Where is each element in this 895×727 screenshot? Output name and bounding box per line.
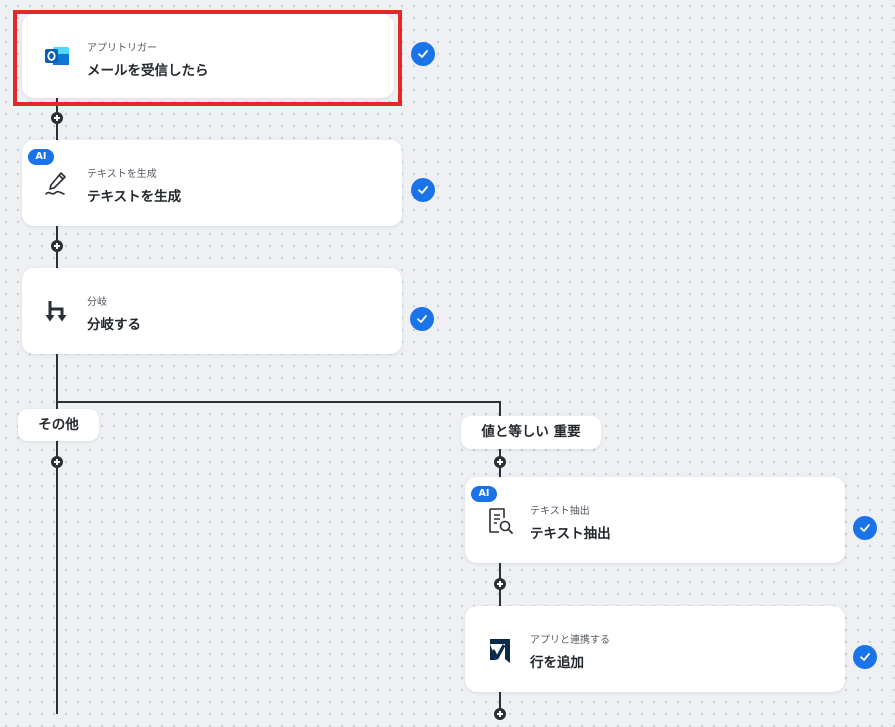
node-title: テキスト抽出 xyxy=(530,526,611,542)
check-icon xyxy=(411,178,435,202)
add-step-button[interactable] xyxy=(494,578,506,590)
add-step-button[interactable] xyxy=(51,112,63,124)
ai-badge: AI xyxy=(471,486,497,502)
node-type-label: テキストを生成 xyxy=(87,169,157,180)
node-title: テキストを生成 xyxy=(87,189,182,205)
node-type-label: テキスト抽出 xyxy=(530,506,590,517)
branch-icon xyxy=(42,297,72,327)
flow-node-branch[interactable]: 分岐 分岐する xyxy=(22,268,402,354)
branch-label-equals-important[interactable]: 値と等しい 重要 xyxy=(461,416,601,449)
add-step-button[interactable] xyxy=(51,456,63,468)
check-icon xyxy=(853,645,877,669)
node-title: 行を追加 xyxy=(530,655,584,671)
document-search-icon xyxy=(485,506,515,536)
add-step-button[interactable] xyxy=(494,456,506,468)
connector-line xyxy=(56,354,58,714)
connector-line xyxy=(56,401,501,403)
flow-node-generate-text[interactable]: AI テキストを生成 テキストを生成 xyxy=(22,140,402,226)
flow-node-mail-trigger[interactable]: アプリトリガー メールを受信したら xyxy=(22,14,394,98)
node-title: メールを受信したら xyxy=(87,63,209,79)
connector-line xyxy=(499,690,501,710)
ai-badge: AI xyxy=(28,149,54,165)
node-type-label: 分岐 xyxy=(87,297,107,308)
node-title: 分岐する xyxy=(87,317,141,333)
check-icon xyxy=(411,42,435,66)
node-type-label: アプリと連携する xyxy=(530,635,610,646)
add-step-button[interactable] xyxy=(51,240,63,252)
add-step-button[interactable] xyxy=(494,708,506,720)
branch-label-other[interactable]: その他 xyxy=(18,409,99,441)
node-type-label: アプリトリガー xyxy=(87,43,157,54)
check-icon xyxy=(853,516,877,540)
flow-node-add-row[interactable]: アプリと連携する 行を追加 xyxy=(465,606,845,692)
flow-node-extract-text[interactable]: AI テキスト抽出 テキスト抽出 xyxy=(465,477,845,563)
outlook-icon xyxy=(42,41,72,71)
smartsheet-icon xyxy=(485,635,515,665)
pen-icon xyxy=(42,169,72,199)
check-icon xyxy=(410,307,434,331)
